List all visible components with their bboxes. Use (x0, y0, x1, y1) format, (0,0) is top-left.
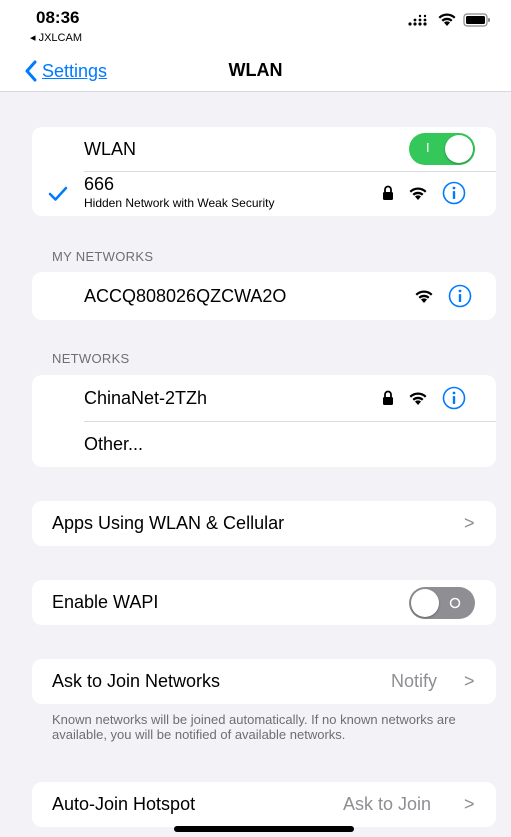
ask-to-join-row[interactable]: Ask to Join Networks Notify > (32, 659, 496, 704)
auto-hotspot-group: Auto-Join Hotspot Ask to Join > (32, 782, 496, 827)
auto-join-hotspot-value: Ask to Join (343, 794, 432, 814)
apps-using-wlan-label: Apps Using WLAN & Cellular (52, 513, 285, 533)
status-bar: 08:36 ◂ JXLCAM (0, 0, 511, 52)
connected-network-subtitle: Hidden Network with Weak Security (84, 196, 275, 210)
wifi-signal-icon (409, 391, 427, 405)
toggle-off-mark-icon (449, 597, 461, 609)
wifi-signal-icon (415, 289, 433, 303)
page-title: WLAN (228, 60, 283, 80)
wlan-group: WLAN I 666 Hidden Network with Weak Secu… (32, 127, 496, 216)
chevron-right-icon: > (464, 671, 475, 691)
wifi-status-icon (438, 13, 456, 26)
networks-group: ChinaNet-2TZh Other... (32, 375, 496, 467)
other-network-row[interactable]: Other... (32, 422, 496, 467)
wlan-toggle-row: WLAN I (32, 127, 496, 171)
wapi-group: Enable WAPI (32, 580, 496, 625)
my-networks-group: ACCQ808026QZCWA2O (32, 272, 496, 320)
status-time: 08:36 (36, 8, 80, 27)
auto-join-hotspot-label: Auto-Join Hotspot (52, 794, 196, 814)
connected-network-row[interactable]: 666 Hidden Network with Weak Security (32, 172, 496, 216)
enable-wapi-row: Enable WAPI (32, 580, 496, 625)
network-status-icons (382, 181, 466, 205)
toggle-knob (445, 135, 473, 163)
wlan-label: WLAN (84, 138, 137, 159)
wapi-toggle[interactable] (409, 587, 475, 619)
info-icon[interactable] (442, 386, 466, 410)
other-network-label: Other... (84, 434, 144, 454)
checkmark-icon (48, 186, 68, 201)
status-icons (407, 12, 491, 27)
navigation-bar: Settings WLAN (0, 52, 511, 92)
battery-icon (463, 12, 490, 27)
connected-network-name: 666 (84, 174, 115, 194)
info-icon[interactable] (448, 284, 472, 308)
home-indicator[interactable] (174, 826, 354, 832)
lock-icon (383, 185, 393, 200)
network-status-icons (414, 284, 472, 308)
network-name: ChinaNet-2TZh (84, 387, 208, 408)
lock-icon (383, 390, 393, 405)
network-row[interactable]: ACCQ808026QZCWA2O (32, 272, 496, 320)
toggle-on-mark: I (426, 140, 430, 155)
toggle-knob (411, 589, 439, 617)
cellular-signal-icon (408, 14, 427, 26)
wlan-toggle[interactable]: I (409, 133, 475, 165)
chevron-right-icon: > (464, 513, 475, 533)
apps-group: Apps Using WLAN & Cellular > (32, 501, 496, 546)
ask-to-join-value: Notify (391, 671, 438, 691)
network-name: ACCQ808026QZCWA2O (84, 285, 287, 306)
network-row[interactable]: ChinaNet-2TZh (32, 375, 496, 421)
enable-wapi-label: Enable WAPI (52, 592, 159, 612)
chevron-right-icon: > (464, 794, 475, 814)
apps-using-wlan-row[interactable]: Apps Using WLAN & Cellular > (32, 501, 496, 546)
ask-to-join-note: Known networks will be joined automatica… (52, 712, 456, 742)
wifi-signal-icon (409, 186, 427, 200)
networks-header: NETWORKS (52, 351, 130, 366)
ask-to-join-label: Ask to Join Networks (52, 671, 221, 691)
back-to-app-link[interactable]: ◂ JXLCAM (30, 31, 82, 44)
ask-join-group: Ask to Join Networks Notify > (32, 659, 496, 704)
info-icon[interactable] (442, 181, 466, 205)
auto-join-hotspot-row[interactable]: Auto-Join Hotspot Ask to Join > (32, 782, 496, 827)
my-networks-header: MY NETWORKS (52, 249, 154, 264)
network-status-icons (382, 386, 466, 410)
